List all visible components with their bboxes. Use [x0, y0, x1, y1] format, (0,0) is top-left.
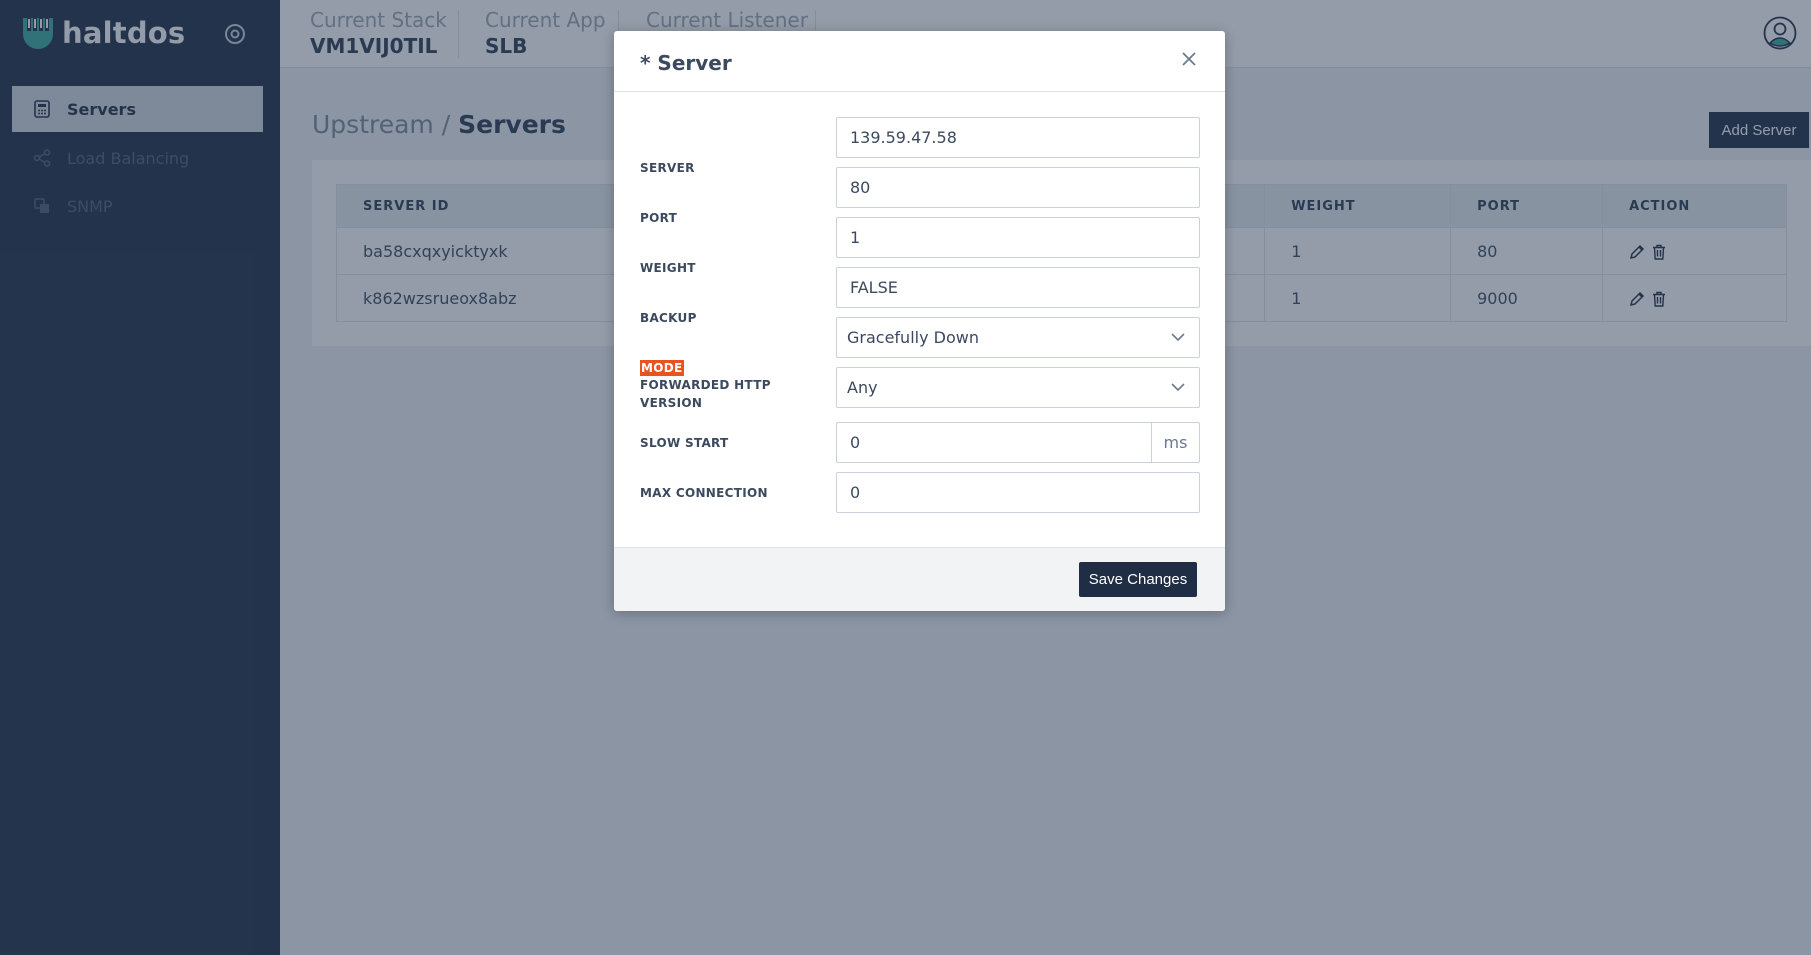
chevron-down-icon: [1171, 383, 1185, 392]
weight-label: WEIGHT: [640, 261, 696, 275]
save-changes-button[interactable]: Save Changes: [1079, 562, 1197, 597]
port-input-value: 80: [850, 178, 871, 197]
slow-start-unit: ms: [1151, 422, 1200, 463]
modal-footer: Save Changes: [614, 547, 1225, 611]
server-input-value: 139.59.47.58: [850, 128, 957, 147]
close-icon[interactable]: [1181, 51, 1197, 67]
slow-start-input-value: 0: [850, 433, 861, 452]
modal-header: * Server: [614, 31, 1225, 92]
mode-label: MODE: [640, 359, 810, 377]
server-modal: * Server SERVER 139.59.47.58 PORT 80 WEI…: [614, 31, 1225, 611]
backup-input-value: FALSE: [850, 278, 898, 297]
forwarded-http-version-select[interactable]: Any: [836, 367, 1200, 408]
port-label: PORT: [640, 211, 678, 225]
max-connection-label: MAX CONNECTION: [640, 486, 768, 500]
max-connection-input-value: 0: [850, 483, 861, 502]
mode-select-value: Gracefully Down: [847, 328, 979, 347]
server-input[interactable]: 139.59.47.58: [836, 117, 1200, 158]
chevron-down-icon: [1171, 333, 1185, 342]
mode-select[interactable]: Gracefully Down: [836, 317, 1200, 358]
server-label: SERVER: [640, 161, 695, 175]
max-connection-input[interactable]: 0: [836, 472, 1200, 513]
weight-input-value: 1: [850, 228, 861, 247]
port-input[interactable]: 80: [836, 167, 1200, 208]
backup-input[interactable]: FALSE: [836, 267, 1200, 308]
weight-input[interactable]: 1: [836, 217, 1200, 258]
http-version-select-value: Any: [847, 378, 878, 397]
backup-label: BACKUP: [640, 311, 697, 325]
modal-title: * Server: [640, 51, 732, 75]
forwarded-http-version-label: FORWARDED HTTP VERSION: [640, 378, 771, 410]
slow-start-label: SLOW START: [640, 436, 729, 450]
mode-label-text: MODE: [640, 360, 684, 376]
slow-start-input[interactable]: 0: [836, 422, 1151, 463]
